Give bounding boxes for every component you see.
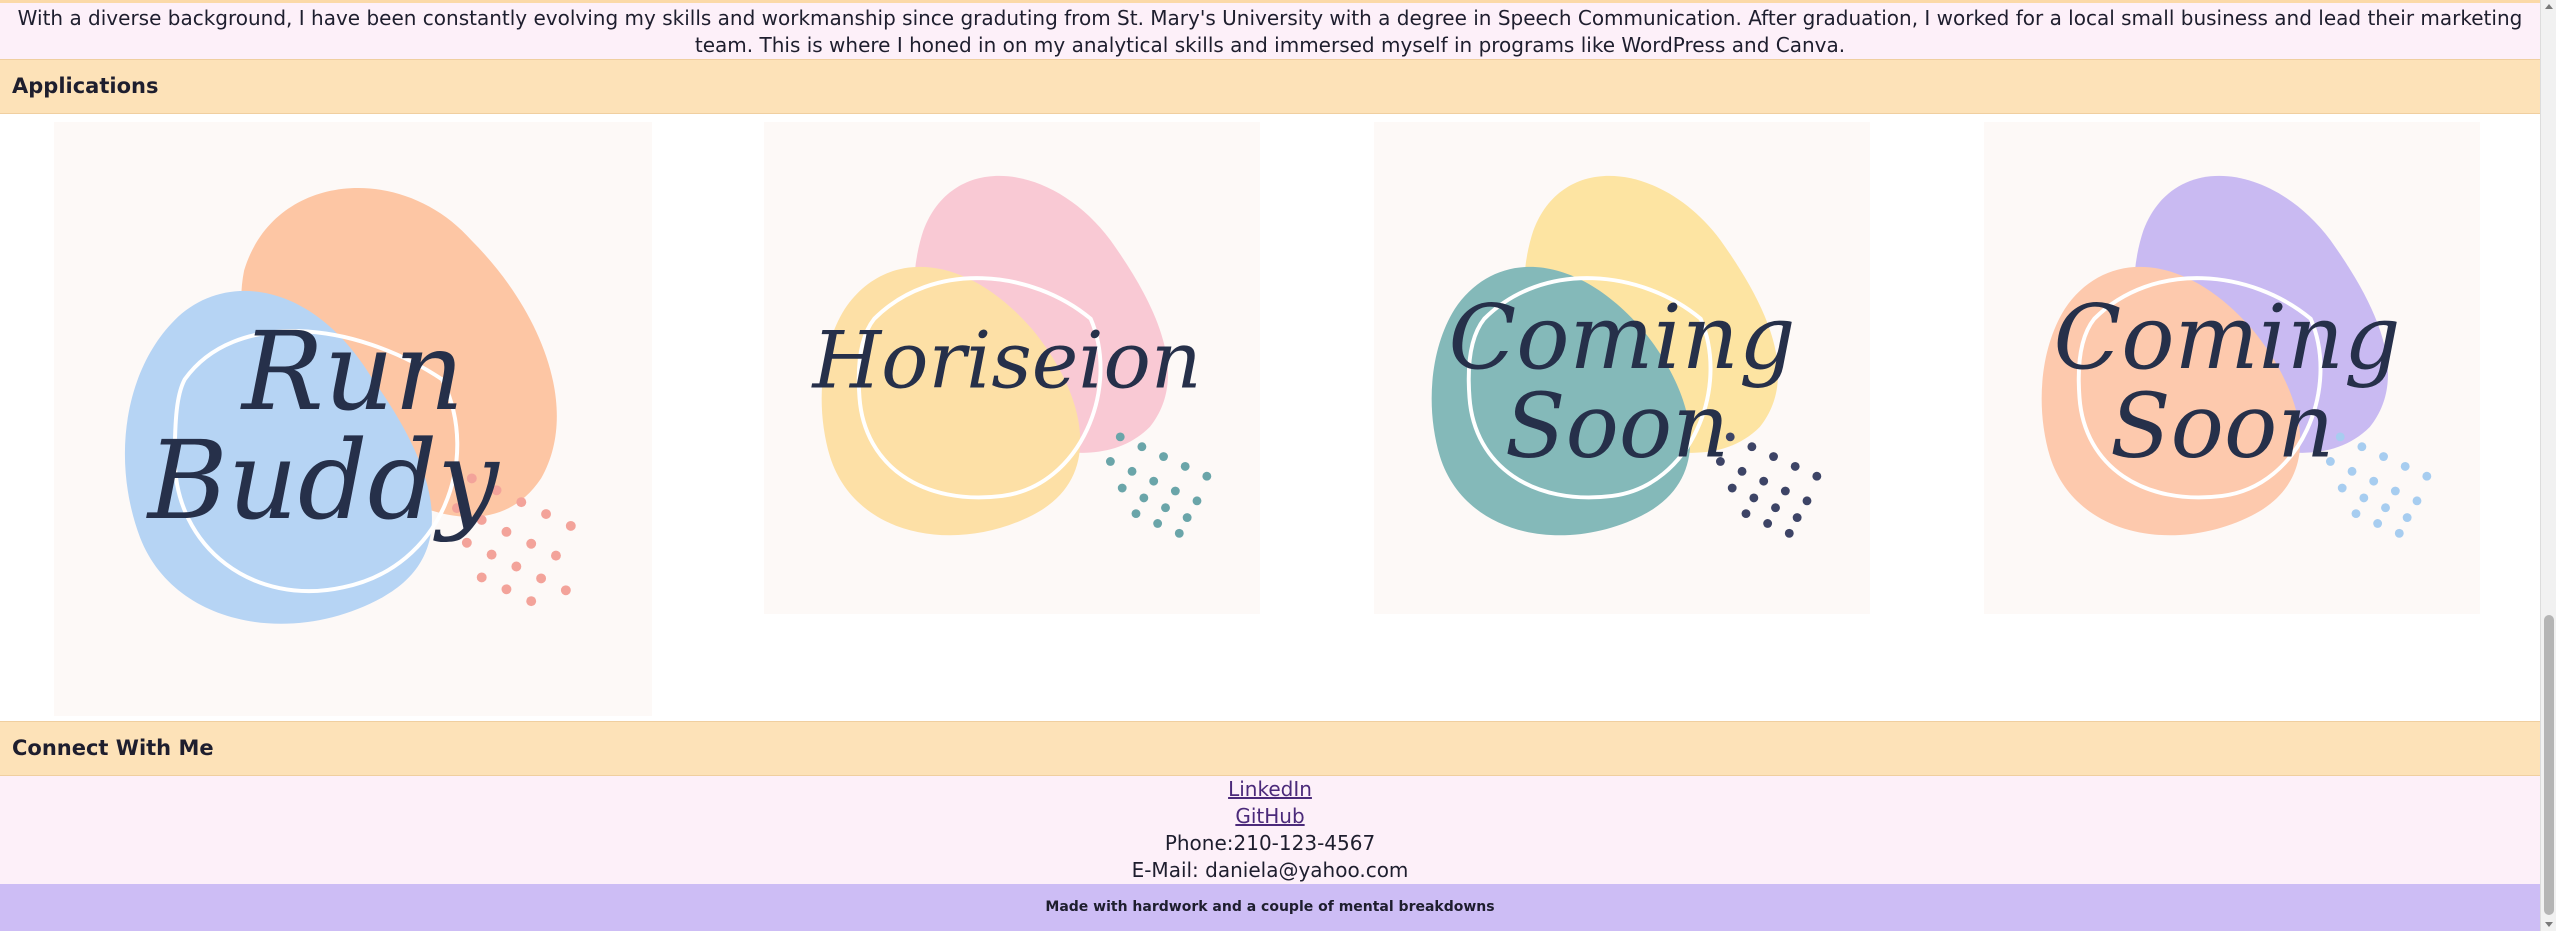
app-card-coming-soon-1[interactable]: Coming Soon bbox=[1374, 122, 1870, 614]
email-text: E-Mail: daniela@yahoo.com bbox=[1131, 858, 1409, 882]
scroll-thumb[interactable] bbox=[2544, 615, 2554, 915]
about-text: With a diverse background, I have been c… bbox=[0, 3, 2540, 59]
page-scrollbar[interactable] bbox=[2540, 0, 2556, 931]
scroll-up-icon[interactable] bbox=[2545, 4, 2553, 9]
coming-soon-1-image: Coming Soon bbox=[1376, 122, 1868, 614]
app-title-line1: Coming bbox=[2054, 286, 2401, 389]
horiseion-image: Horiseion bbox=[766, 122, 1258, 614]
app-title-line2: Soon bbox=[1505, 375, 1729, 478]
applications-heading: Applications bbox=[0, 59, 2540, 114]
connect-heading: Connect With Me bbox=[0, 721, 2540, 776]
page: With a diverse background, I have been c… bbox=[0, 0, 2540, 931]
run-buddy-image: Run Buddy bbox=[56, 122, 650, 716]
coming-soon-2-image: Coming Soon bbox=[1986, 122, 2478, 614]
app-title-line2: Buddy bbox=[146, 417, 501, 544]
linkedin-link[interactable]: LinkedIn bbox=[1228, 777, 1312, 801]
app-card-coming-soon-2[interactable]: Coming Soon bbox=[1984, 122, 2480, 614]
scroll-down-icon[interactable] bbox=[2545, 922, 2553, 927]
applications-gallery: Run Buddy Horiseion Coming Soon Coming S… bbox=[0, 114, 2540, 721]
footer: Made with hardwork and a couple of menta… bbox=[0, 884, 2540, 931]
app-title-line2: Soon bbox=[2110, 375, 2334, 478]
app-card-run-buddy[interactable]: Run Buddy bbox=[54, 122, 652, 716]
contact-section: LinkedIn GitHub Phone:210-123-4567 E-Mai… bbox=[0, 776, 2540, 884]
app-title-line1: Coming bbox=[1448, 286, 1795, 389]
app-title-line1: Horiseion bbox=[811, 315, 1202, 407]
app-card-horiseion[interactable]: Horiseion bbox=[764, 122, 1260, 614]
phone-text: Phone:210-123-4567 bbox=[1164, 831, 1376, 855]
github-link[interactable]: GitHub bbox=[1235, 804, 1304, 828]
